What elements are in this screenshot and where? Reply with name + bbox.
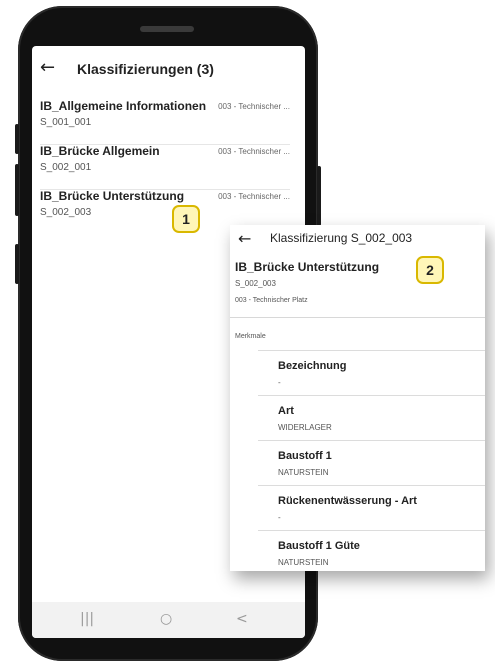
section-label: Merkmale — [235, 333, 266, 340]
recent-apps-icon[interactable]: ||| — [80, 611, 94, 627]
list-item[interactable]: IB_Allgemeine Informationen S_001_001 00… — [40, 99, 290, 145]
volume-down-button — [15, 164, 19, 216]
back-arrow-icon[interactable]: ← — [40, 59, 55, 77]
detail-panel: ← Klassifizierung S_002_003 IB_Brücke Un… — [230, 225, 485, 571]
detail-meta: 003 - Technischer Platz — [235, 297, 308, 304]
characteristic-label: Rückenentwässerung - Art — [278, 495, 417, 507]
divider — [230, 317, 485, 318]
characteristic-value: - — [278, 513, 281, 522]
power-button — [317, 166, 321, 226]
characteristic-value: WIDERLAGER — [278, 423, 332, 432]
callout-badge-2: 2 — [416, 256, 444, 284]
characteristic-label: Baustoff 1 — [278, 450, 332, 462]
characteristic-value: NATURSTEIN — [278, 558, 329, 567]
detail-subtitle: S_002_003 — [235, 279, 276, 288]
characteristic-row[interactable]: Baustoff 1 NATURSTEIN — [258, 440, 485, 485]
nav-back-icon[interactable]: < — [236, 611, 248, 627]
characteristic-row[interactable]: Rückenentwässerung - Art - — [258, 485, 485, 530]
list-item-subtitle: S_001_001 — [40, 117, 92, 128]
list-item-title: IB_Brücke Allgemein — [40, 144, 160, 158]
page-title: Klassifizierungen (3) — [77, 61, 214, 77]
list-item-meta: 003 - Technischer ... — [218, 192, 290, 201]
android-nav-bar: ||| ○ < — [32, 602, 305, 638]
characteristic-value: NATURSTEIN — [278, 468, 329, 477]
characteristic-row[interactable]: Baustoff 1 Güte NATURSTEIN — [258, 530, 485, 571]
callout-badge-1: 1 — [172, 205, 200, 233]
home-icon[interactable]: ○ — [160, 611, 172, 627]
characteristic-label: Art — [278, 405, 294, 417]
characteristic-label: Bezeichnung — [278, 360, 347, 372]
bixby-button — [15, 244, 19, 284]
volume-up-button — [15, 124, 19, 154]
app-header: ← Klassifizierungen (3) — [32, 46, 305, 90]
list-item-title: IB_Brücke Unterstützung — [40, 189, 185, 203]
characteristic-row[interactable]: Art WIDERLAGER — [258, 395, 485, 440]
detail-heading: IB_Brücke Unterstützung — [235, 260, 380, 274]
detail-back-arrow-icon[interactable]: ← — [238, 229, 251, 248]
list-item-meta: 003 - Technischer ... — [218, 147, 290, 156]
detail-title: Klassifizierung S_002_003 — [270, 231, 413, 245]
list-item-subtitle: S_002_001 — [40, 162, 92, 173]
characteristic-value: - — [278, 378, 281, 387]
list-item[interactable]: IB_Brücke Allgemein S_002_001 003 - Tech… — [40, 144, 290, 190]
characteristic-row[interactable]: Bezeichnung - — [258, 350, 485, 395]
characteristic-label: Baustoff 1 Güte — [278, 540, 360, 552]
list-item-title: IB_Allgemeine Informationen — [40, 99, 207, 113]
list-item-meta: 003 - Technischer ... — [218, 102, 290, 111]
speaker-grille — [140, 26, 194, 32]
list-item-subtitle: S_002_003 — [40, 207, 92, 218]
